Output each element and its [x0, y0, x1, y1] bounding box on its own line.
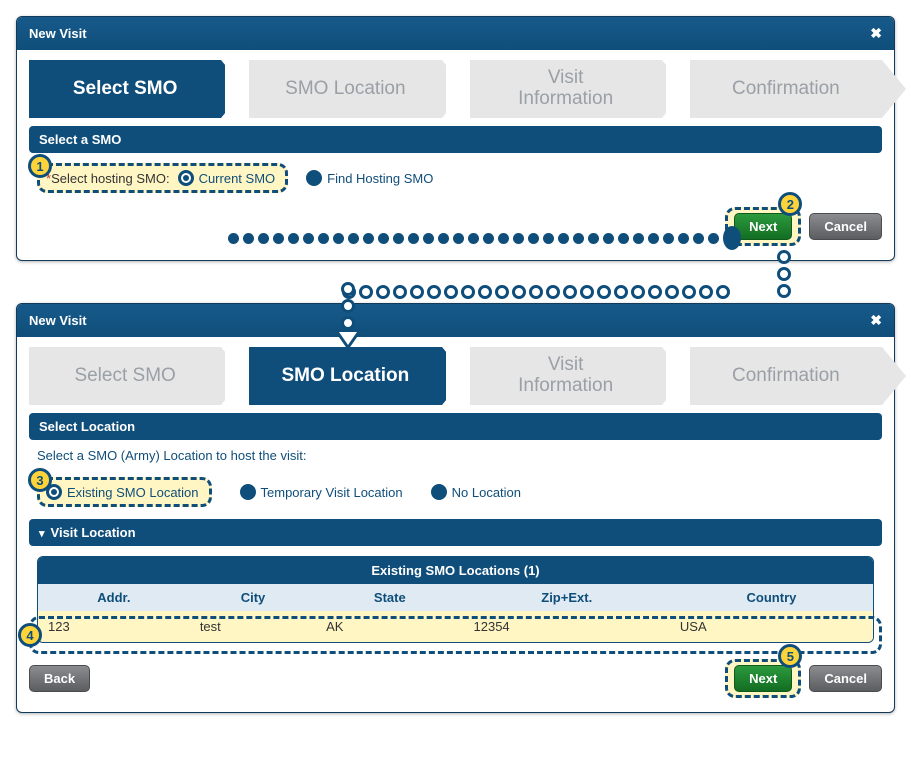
arrow-down-icon	[334, 330, 362, 350]
dialog-title: New Visit	[29, 313, 87, 328]
dialog-titlebar: New Visit ✖	[17, 17, 894, 50]
arrow-right-icon	[723, 226, 741, 250]
table-title: Existing SMO Locations (1)	[38, 557, 873, 584]
radio-existing-smo-location[interactable]: Existing SMO Location	[46, 484, 199, 500]
close-icon[interactable]: ✖	[870, 312, 882, 329]
col-addr[interactable]: Addr.	[38, 584, 190, 611]
section-select-location: Select Location	[29, 413, 882, 440]
step-confirmation: Confirmation	[690, 60, 882, 118]
callout-3: 3 Existing SMO Location	[37, 477, 212, 507]
cell-city: test	[190, 611, 316, 642]
step-visit-information: VisitInformation	[470, 60, 662, 118]
existing-locations-table: Existing SMO Locations (1) Addr. City St…	[37, 556, 874, 643]
dialog-new-visit-step1: New Visit ✖ Select SMO SMO Location Visi…	[16, 16, 895, 261]
radio-icon	[240, 484, 256, 500]
radio-temporary-visit-location[interactable]: Temporary Visit Location	[240, 484, 403, 500]
step-confirmation: Confirmation	[690, 347, 882, 405]
col-zip[interactable]: Zip+Ext.	[464, 584, 670, 611]
callout-badge-5: 5	[778, 644, 802, 668]
radio-find-hosting-smo[interactable]: Find Hosting SMO	[306, 170, 433, 186]
connector-rings-vertical-2	[338, 282, 358, 330]
step-select-smo: Select SMO	[29, 347, 221, 405]
callout-badge-3: 3	[28, 468, 52, 492]
cell-addr: 123	[38, 611, 190, 642]
dialog-new-visit-step2: New Visit ✖ Select SMO SMO Location Visi…	[16, 303, 895, 713]
callout-5: 5 Next	[725, 659, 801, 698]
wizard-steps: Select SMO SMO Location VisitInformation…	[29, 347, 882, 405]
connector-rings-horizontal	[342, 282, 730, 302]
cell-state: AK	[316, 611, 463, 642]
table-header-row: Addr. City State Zip+Ext. Country	[38, 584, 873, 611]
radio-no-location[interactable]: No Location	[431, 484, 521, 500]
instruction-text: Select a SMO (Army) Location to host the…	[29, 440, 882, 467]
step-visit-information: VisitInformation	[470, 347, 662, 405]
next-button[interactable]: Next	[734, 665, 792, 692]
cancel-button[interactable]: Cancel	[809, 665, 882, 692]
connector-dots-horizontal	[228, 230, 748, 246]
section-visit-location[interactable]: Visit Location	[29, 519, 882, 546]
col-country[interactable]: Country	[670, 584, 873, 611]
table-row[interactable]: 123 test AK 12354 USA	[38, 611, 873, 642]
col-state[interactable]: State	[316, 584, 463, 611]
radio-icon	[431, 484, 447, 500]
back-button[interactable]: Back	[29, 665, 90, 692]
callout-1: 1 *Select hosting SMO: Current SMO	[37, 163, 288, 193]
callout-badge-2: 2	[778, 192, 802, 216]
cell-zip: 12354	[464, 611, 670, 642]
connector-rings-vertical	[774, 250, 794, 298]
wizard-steps: Select SMO SMO Location VisitInformation…	[29, 60, 882, 118]
section-select-smo: Select a SMO	[29, 126, 882, 153]
step-smo-location: SMO Location	[249, 347, 441, 405]
field-label: *Select hosting SMO:	[46, 171, 170, 186]
step-smo-location: SMO Location	[249, 60, 441, 118]
radio-current-smo[interactable]: Current SMO	[178, 170, 276, 186]
dialog-titlebar: New Visit ✖	[17, 304, 894, 337]
cell-country: USA	[670, 611, 873, 642]
callout-badge-1: 1	[28, 154, 52, 178]
col-city[interactable]: City	[190, 584, 316, 611]
close-icon[interactable]: ✖	[870, 25, 882, 42]
cancel-button[interactable]: Cancel	[809, 213, 882, 240]
radio-icon	[178, 170, 194, 186]
dialog-title: New Visit	[29, 26, 87, 41]
radio-icon	[306, 170, 322, 186]
step-select-smo: Select SMO	[29, 60, 221, 118]
